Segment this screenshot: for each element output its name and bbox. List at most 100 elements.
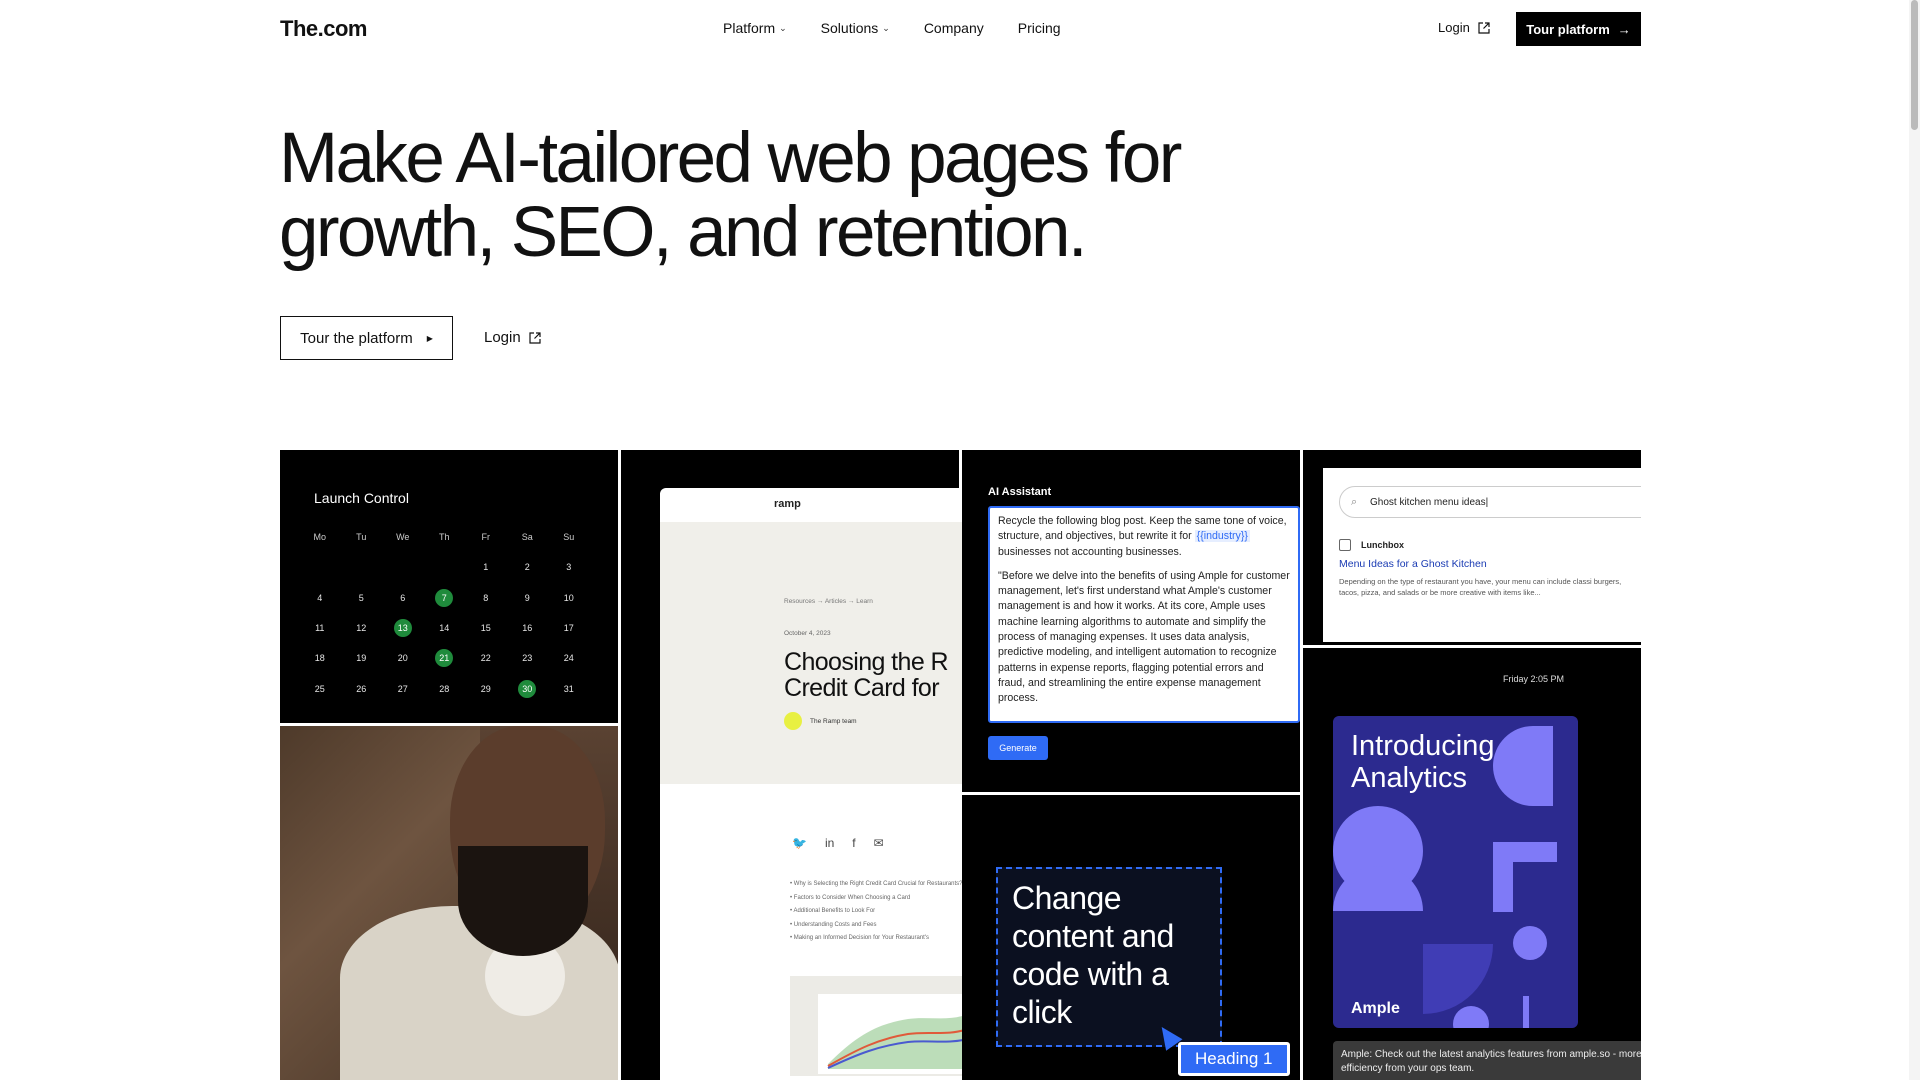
calendar-day[interactable]: 26: [341, 673, 383, 703]
analytics-card: Introducing Analytics Ample: [1333, 716, 1578, 1028]
calendar-day[interactable]: 18: [299, 643, 341, 673]
ramp-logo: ramp: [774, 498, 801, 510]
calendar-day[interactable]: 9: [507, 583, 549, 613]
calendar-day[interactable]: 10: [548, 583, 590, 613]
calendar-day[interactable]: 25: [299, 673, 341, 703]
chevron-down-icon: ⌄: [882, 22, 890, 33]
weekday-label: Sa: [521, 532, 533, 543]
weekday-label: Su: [563, 532, 575, 543]
weekday-label: Mo: [313, 532, 326, 543]
nav-links: Platform ⌄ Solutions ⌄ Company Pricing: [723, 20, 1095, 36]
tour-the-platform-button[interactable]: Tour the platform ▶: [280, 316, 453, 360]
generate-button[interactable]: Generate: [988, 736, 1048, 760]
calendar-day[interactable]: 15: [465, 613, 507, 643]
logo[interactable]: The.com: [280, 16, 367, 42]
calendar-day[interactable]: 11: [299, 613, 341, 643]
calendar-day[interactable]: 24: [548, 643, 590, 673]
calendar-panel: Launch Control Mo Tu We Th Fr Sa Su 1 2 3 4 5 6 7 8 9 10…: [280, 450, 618, 723]
top-nav: The.com Platform ⌄ Solutions ⌄ Company Pri…: [280, 0, 1641, 58]
calendar-day[interactable]: 20: [382, 643, 424, 673]
calendar-day[interactable]: 16: [507, 613, 549, 643]
ai-prompt-textarea[interactable]: Recycle the following blog post. Keep th…: [988, 506, 1300, 723]
hero-title: Make AI-tailored web pages for growth, SE…: [279, 119, 1182, 272]
calendar-day[interactable]: 28: [424, 673, 466, 703]
avatar: [784, 712, 802, 730]
nav-login-link[interactable]: Login: [1438, 20, 1490, 35]
list-item[interactable]: Factors to Consider When Choosing a Card: [790, 894, 965, 904]
nav-platform[interactable]: Platform ⌄: [723, 20, 787, 36]
calendar-day[interactable]: 23: [507, 643, 549, 673]
calendar-day[interactable]: 8: [465, 583, 507, 613]
nav-pricing[interactable]: Pricing: [1018, 20, 1061, 36]
external-link-icon: [529, 331, 541, 344]
list-item[interactable]: Making an Informed Decision for Your Res…: [790, 934, 965, 944]
calendar-day[interactable]: 29: [465, 673, 507, 703]
calendar-day[interactable]: 19: [341, 643, 383, 673]
article-date: October 4, 2023: [784, 630, 831, 637]
calendar-day[interactable]: 6: [382, 583, 424, 613]
notification-toast: Ample: Check out the latest analytics fe…: [1333, 1041, 1641, 1080]
area-chart-graphic: [827, 1014, 965, 1069]
list-item[interactable]: Why is Selecting the Right Credit Card C…: [790, 880, 965, 890]
search-input[interactable]: ⌕ Ghost kitchen menu ideas|: [1339, 486, 1641, 518]
calendar-day[interactable]: 7: [424, 583, 466, 613]
external-link-icon: [1478, 21, 1490, 34]
tour-platform-button[interactable]: Tour platform →: [1516, 12, 1641, 46]
list-item[interactable]: Understanding Costs and Fees: [790, 921, 965, 931]
result-description: Depending on the type of restaurant you …: [1339, 577, 1622, 597]
article-heading: Choosing the R Credit Card for: [784, 648, 949, 702]
industry-variable-tag: {{industry}}: [1194, 530, 1250, 543]
calendar-day[interactable]: 13: [382, 613, 424, 643]
facebook-icon[interactable]: f: [852, 836, 855, 850]
mail-icon[interactable]: ✉: [874, 836, 884, 850]
ample-logo: Ample: [1351, 1000, 1400, 1017]
lunchbox-icon: [1339, 539, 1351, 551]
weekday-label: Th: [438, 532, 450, 543]
calendar-day[interactable]: 5: [341, 583, 383, 613]
chart-image: [790, 976, 965, 1076]
calendar-day[interactable]: 1: [465, 552, 507, 582]
analytics-title: Introducing Analytics: [1351, 730, 1495, 794]
calendar-day[interactable]: 30: [507, 673, 549, 703]
calendar-day[interactable]: 27: [382, 673, 424, 703]
list-item[interactable]: Additional Benefits to Look For: [790, 907, 965, 917]
twitter-icon[interactable]: 🐦: [792, 836, 807, 850]
calendar-day[interactable]: 12: [341, 613, 383, 643]
chevron-down-icon: ⌄: [779, 22, 787, 33]
result-title-link[interactable]: Menu Ideas for a Ghost Kitchen: [1339, 558, 1487, 570]
weekday-label: Tu: [356, 532, 367, 543]
page-scrollbar[interactable]: [1909, 0, 1920, 1080]
scrollbar-thumb[interactable]: [1911, 0, 1918, 130]
calendar-day[interactable]: 4: [299, 583, 341, 613]
calendar-day[interactable]: 21: [424, 643, 466, 673]
search-icon: ⌕: [1351, 496, 1358, 508]
arrow-right-icon: →: [1617, 21, 1631, 37]
weekday-label: Fr: [481, 532, 491, 543]
article-preview: ramp Resources → Articles → Learn Octobe…: [660, 488, 965, 1080]
heading-level-badge: Heading 1: [1178, 1042, 1290, 1076]
editable-heading[interactable]: Change content and code with a click: [1012, 879, 1212, 1031]
weekday-label: We: [396, 532, 410, 543]
person-photo: [280, 726, 618, 1080]
calendar-day[interactable]: 3: [548, 552, 590, 582]
ai-assistant-panel: AI Assistant Recycle the following blog …: [962, 450, 1300, 792]
author: The Ramp team: [784, 712, 857, 730]
analytics-panel: Friday 2:05 PM Introducing Analytics Amp…: [1303, 648, 1641, 1080]
calendar-day[interactable]: 22: [465, 643, 507, 673]
play-triangle-icon: ▶: [426, 333, 433, 343]
hero-login-link[interactable]: Login: [484, 329, 541, 346]
nav-company[interactable]: Company: [924, 20, 984, 36]
ai-assistant-title: AI Assistant: [988, 486, 1052, 498]
breadcrumb: Resources → Articles → Learn: [784, 598, 873, 605]
calendar-grid: Mo Tu We Th Fr Sa Su 1 2 3 4 5 6 7 8 9 10 11 12 13 14 15 16 17 1…: [299, 522, 590, 704]
timestamp: Friday 2:05 PM: [1503, 674, 1565, 684]
nav-solutions[interactable]: Solutions ⌄: [821, 20, 890, 36]
table-of-contents: Why is Selecting the Right Credit Card C…: [790, 880, 965, 948]
calendar-day[interactable]: 31: [548, 673, 590, 703]
calendar-day[interactable]: 17: [548, 613, 590, 643]
calendar-day[interactable]: 2: [507, 552, 549, 582]
result-source: Lunchbox: [1339, 539, 1404, 551]
calendar-day[interactable]: 14: [424, 613, 466, 643]
social-links: 🐦 in f ✉: [792, 836, 884, 850]
linkedin-icon[interactable]: in: [825, 836, 834, 850]
